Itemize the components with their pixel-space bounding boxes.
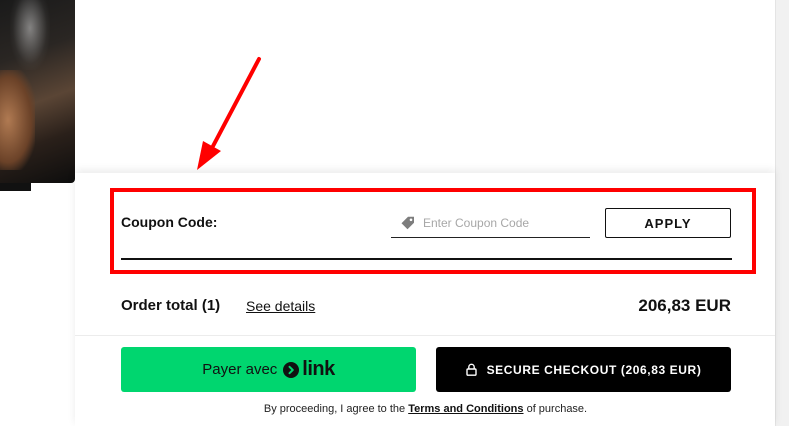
coupon-code-input[interactable] — [423, 216, 583, 230]
total-divider — [75, 335, 775, 336]
legal-suffix: of purchase. — [523, 403, 588, 415]
order-total-label: Order total (1) — [121, 297, 221, 314]
secure-checkout-button[interactable]: SECURE CHECKOUT (206,83 EUR) — [436, 347, 731, 392]
coupon-code-label: Coupon Code: — [121, 214, 218, 230]
link-logo: link — [283, 358, 335, 381]
lock-icon — [465, 363, 477, 376]
link-chevron-icon — [283, 361, 300, 378]
secure-checkout-label: SECURE CHECKOUT (206,83 EUR) — [486, 362, 702, 377]
terms-link[interactable]: Terms and Conditions — [408, 403, 523, 415]
link-brand-text: link — [302, 358, 335, 380]
tag-icon — [400, 215, 416, 231]
order-total-amount: 206,83 EUR — [638, 296, 731, 315]
see-details-link[interactable]: See details — [246, 298, 315, 314]
product-image-shadow — [0, 183, 31, 191]
pay-with-link-button[interactable]: Payer avec link — [121, 347, 416, 392]
apply-coupon-button[interactable]: APPLY — [605, 208, 731, 238]
coupon-divider — [121, 258, 732, 260]
coupon-code-field[interactable] — [391, 209, 590, 238]
legal-notice: By proceeding, I agree to the Terms and … — [0, 403, 789, 415]
legal-prefix: By proceeding, I agree to the — [263, 403, 409, 415]
product-image — [0, 0, 75, 183]
scrollbar[interactable] — [775, 0, 789, 426]
pay-with-link-label: Payer avec — [202, 361, 278, 378]
